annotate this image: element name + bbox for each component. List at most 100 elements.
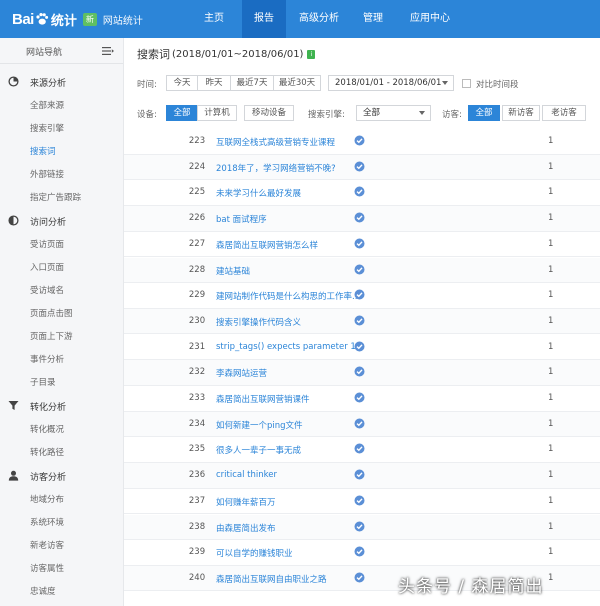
verified-badge-icon[interactable] xyxy=(354,135,365,146)
device-mobile-button[interactable]: 移动设备 xyxy=(244,105,294,121)
sidebar-item-visited-pages[interactable]: 受访页面 xyxy=(0,234,123,254)
keyword-link[interactable]: 李森网站运营 xyxy=(216,367,267,379)
row-number: 225 xyxy=(188,187,206,198)
sidebar-item-conversion-path[interactable]: 转化路径 xyxy=(0,442,123,462)
verified-badge-icon[interactable] xyxy=(354,443,365,454)
verified-badge-icon[interactable] xyxy=(354,341,365,352)
table-row: 239 可以自学的赚钱职业 1 xyxy=(124,540,600,566)
nav-report[interactable]: 报告 xyxy=(242,0,286,38)
keyword-link[interactable]: 由森居简出发布 xyxy=(216,522,276,534)
time-yesterday-button[interactable]: 昨天 xyxy=(197,75,231,91)
verified-badge-icon[interactable] xyxy=(354,212,365,223)
visitor-all-button[interactable]: 全部 xyxy=(468,105,500,121)
sidebar-item-system-env[interactable]: 系统环境 xyxy=(0,512,123,532)
keyword-link[interactable]: 森居简出互联网自由职业之路 xyxy=(216,573,327,585)
visitor-new-button[interactable]: 新访客 xyxy=(502,105,540,121)
row-number: 240 xyxy=(188,572,206,583)
sidebar-group-source[interactable]: 来源分析 xyxy=(0,71,123,93)
verified-badge-icon[interactable] xyxy=(354,418,365,429)
sidebar-item-region[interactable]: 地域分布 xyxy=(0,489,123,509)
time-today-button[interactable]: 今天 xyxy=(166,75,198,91)
table-row: 236 critical thinker 1 xyxy=(124,463,600,489)
verified-badge-icon[interactable] xyxy=(354,572,365,583)
device-label: 设备: xyxy=(137,110,157,120)
verified-badge-icon[interactable] xyxy=(354,469,365,480)
table-row: 238 由森居简出发布 1 xyxy=(124,514,600,540)
sidebar-item-subdirectory[interactable]: 子目录 xyxy=(0,372,123,392)
verified-badge-icon[interactable] xyxy=(354,315,365,326)
info-tag-icon[interactable]: i xyxy=(307,49,316,59)
verified-badge-icon[interactable] xyxy=(354,521,365,532)
nav-app-center[interactable]: 应用中心 xyxy=(400,0,460,38)
search-engine-select[interactable]: 全部 xyxy=(356,105,431,121)
keyword-link[interactable]: 森居简出互联网营销课件 xyxy=(216,393,310,405)
keyword-link[interactable]: 如何新建一个ping文件 xyxy=(216,419,303,431)
sidebar-item-search-terms[interactable]: 搜索词 xyxy=(0,141,123,161)
visitor-returning-button[interactable]: 老访客 xyxy=(542,105,586,121)
time-30days-button[interactable]: 最近30天 xyxy=(273,75,321,91)
verified-badge-icon[interactable] xyxy=(354,495,365,506)
row-number: 229 xyxy=(188,290,206,301)
row-value: 1 xyxy=(548,187,554,198)
logo[interactable]: Bai 统计 新 网站统计 xyxy=(12,9,143,29)
row-value: 1 xyxy=(548,495,554,506)
verified-badge-icon[interactable] xyxy=(354,392,365,403)
keyword-link[interactable]: strip_tags() expects parameter 1 xyxy=(216,342,356,352)
date-range-select[interactable]: 2018/01/01 - 2018/06/01 xyxy=(328,75,454,91)
time-7days-button[interactable]: 最近7天 xyxy=(230,75,274,91)
sidebar-item-external-links[interactable]: 外部链接 xyxy=(0,164,123,184)
verified-badge-icon[interactable] xyxy=(354,289,365,300)
verified-badge-icon[interactable] xyxy=(354,238,365,249)
funnel-icon xyxy=(8,401,19,410)
compare-checkbox[interactable] xyxy=(462,79,471,88)
verified-badge-icon[interactable] xyxy=(354,186,365,197)
sidebar-item-entry-pages[interactable]: 入口页面 xyxy=(0,257,123,277)
verified-badge-icon[interactable] xyxy=(354,366,365,377)
keyword-link[interactable]: 2018年了，学习网络营销不晚? xyxy=(216,162,336,174)
table-row: 224 2018年了，学习网络营销不晚? 1 xyxy=(124,154,600,181)
nav-advanced-analysis[interactable]: 高级分析 xyxy=(290,0,348,38)
keyword-link[interactable]: 建站基础 xyxy=(216,265,250,277)
keyword-link[interactable]: 搜索引擎操作代码含义 xyxy=(216,316,301,328)
keyword-link[interactable]: 可以自学的赚钱职业 xyxy=(216,547,293,559)
device-all-button[interactable]: 全部 xyxy=(166,105,198,121)
nav-manage[interactable]: 管理 xyxy=(353,0,393,38)
search-engine-label: 搜索引擎: xyxy=(308,110,345,120)
keyword-link[interactable]: 建网站制作代码是什么构思的工作率... xyxy=(216,290,360,302)
keyword-link[interactable]: 互联网全栈式高级营销专业课程 xyxy=(216,136,335,148)
keyword-link[interactable]: 未来学习什么最好发展 xyxy=(216,187,301,199)
row-value: 1 xyxy=(548,470,554,481)
sidebar-item-conversion-overview[interactable]: 转化概况 xyxy=(0,419,123,439)
verified-badge-icon[interactable] xyxy=(354,264,365,275)
sidebar-item-page-flow[interactable]: 页面上下游 xyxy=(0,326,123,346)
sidebar-item-ad-tracking[interactable]: 指定广告跟踪 xyxy=(0,187,123,207)
user-icon xyxy=(8,470,19,481)
sidebar-item-all-sources[interactable]: 全部来源 xyxy=(0,95,123,115)
row-value: 1 xyxy=(548,418,554,429)
keyword-link[interactable]: critical thinker xyxy=(216,470,277,480)
sidebar-group-visits[interactable]: 访问分析 xyxy=(0,210,123,232)
sidebar-group-conversion[interactable]: 转化分析 xyxy=(0,395,123,417)
report-date-range: (2018/01/01~2018/06/01) xyxy=(172,48,304,60)
sidebar-item-search-engines[interactable]: 搜索引擎 xyxy=(0,118,123,138)
row-value: 1 xyxy=(548,315,554,326)
sidebar-item-loyalty[interactable]: 忠诚度 xyxy=(0,581,123,601)
keyword-link[interactable]: 如何赚年薪百万 xyxy=(216,496,276,508)
menu-collapse-icon[interactable] xyxy=(102,45,114,57)
sidebar-item-visited-domains[interactable]: 受访域名 xyxy=(0,280,123,300)
device-computer-button[interactable]: 计算机 xyxy=(197,105,237,121)
sidebar-item-new-returning[interactable]: 新老访客 xyxy=(0,535,123,555)
keyword-link[interactable]: 很多人一辈子一事无成 xyxy=(216,444,301,456)
sidebar-group-visitors[interactable]: 访客分析 xyxy=(0,465,123,487)
keyword-link[interactable]: bat 面试程序 xyxy=(216,213,267,225)
sidebar-item-events[interactable]: 事件分析 xyxy=(0,349,123,369)
sidebar-item-visitor-attributes[interactable]: 访客属性 xyxy=(0,558,123,578)
row-number: 237 xyxy=(188,495,206,506)
row-value: 1 xyxy=(548,367,554,378)
nav-home[interactable]: 主页 xyxy=(192,0,236,38)
keyword-link[interactable]: 森居简出互联网营销怎么样 xyxy=(216,239,318,251)
verified-badge-icon[interactable] xyxy=(354,161,365,172)
table-row: 230 搜索引擎操作代码含义 1 xyxy=(124,308,600,335)
sidebar-item-heatmap[interactable]: 页面点击图 xyxy=(0,303,123,323)
verified-badge-icon[interactable] xyxy=(354,546,365,557)
